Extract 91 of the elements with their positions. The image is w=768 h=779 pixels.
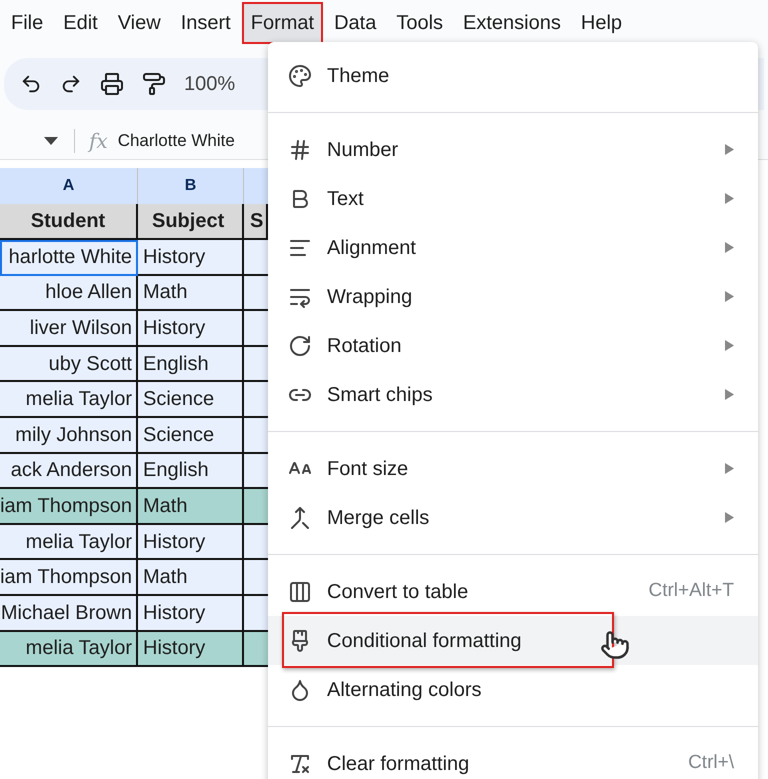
table-cell: English	[138, 454, 244, 490]
menu-item[interactable]: Convert to table Ctrl+Alt+T	[268, 567, 758, 616]
menu-item-label: Theme	[327, 64, 390, 88]
menu-item[interactable]: Wrapping	[268, 272, 758, 321]
menu-item-label: Convert to table	[327, 580, 468, 604]
table-cell: Michael Brown	[0, 596, 138, 632]
column-header[interactable]: A	[0, 168, 138, 204]
menu-item-label: Wrapping	[327, 284, 412, 310]
menu-bar-item[interactable]: Data	[325, 2, 386, 44]
table-cell	[244, 240, 268, 276]
menu-bar-item[interactable]: Extensions	[454, 2, 570, 44]
table-cell: Math	[138, 489, 244, 525]
menu-item[interactable]: Rotation	[268, 321, 758, 370]
menu-item[interactable]: Alignment	[268, 223, 758, 272]
menu-item-label: Font size	[327, 456, 408, 482]
table-cell	[244, 418, 268, 454]
menu-item-label: Merge cells	[327, 506, 430, 530]
table-cell: harlotte White	[0, 240, 138, 276]
menu-item[interactable]: Number	[268, 125, 758, 174]
menu-item-label: Number	[327, 138, 398, 162]
menu-item[interactable]: Alternating colors	[268, 665, 758, 714]
table-cell	[244, 311, 268, 347]
menu-item[interactable]: Clear formatting Ctrl+\	[268, 739, 758, 779]
table-cell	[244, 382, 268, 418]
table-cell: Science	[138, 418, 244, 454]
redo-icon[interactable]	[60, 73, 82, 95]
table-cell: melia Taylor	[0, 632, 138, 668]
menu-item[interactable]: Merge cells	[268, 493, 758, 542]
table-cell: uby Scott	[0, 346, 138, 382]
menu-item[interactable]: Text	[268, 174, 758, 223]
header-cell: Student	[0, 204, 138, 240]
table-cell	[244, 632, 268, 668]
menu-bar-item[interactable]: Insert	[172, 2, 240, 44]
formula-value[interactable]: Charlotte White	[118, 128, 235, 154]
menu-item-label: Smart chips	[327, 382, 433, 408]
table-cell: Math	[138, 560, 244, 596]
merge-icon	[288, 506, 312, 530]
table-cell: liver Wilson	[0, 311, 138, 347]
table-cell: History	[138, 524, 244, 560]
zoom-level[interactable]: 100%	[184, 69, 236, 99]
hand-cursor-icon	[600, 630, 630, 660]
table-cell: mily Johnson	[0, 418, 138, 454]
menu-item[interactable]: Font size	[268, 444, 758, 493]
rotate-icon	[288, 334, 312, 358]
print-icon[interactable]	[100, 72, 124, 96]
number-icon	[288, 138, 312, 162]
header-cell: S	[244, 204, 268, 240]
table-cell: History	[138, 632, 244, 668]
menu-bar-item[interactable]: File	[2, 2, 52, 44]
menu-item-label: Conditional formatting	[327, 628, 522, 654]
table-cell	[244, 596, 268, 632]
fx-icon: fx	[89, 126, 108, 156]
menu-item-label: Alignment	[327, 236, 416, 260]
header-cell: Subject	[138, 204, 244, 240]
menu-item-label: Alternating colors	[327, 678, 482, 702]
table-cell	[244, 276, 268, 312]
menu-bar-item[interactable]: Tools	[387, 2, 452, 44]
table-cell: History	[138, 240, 244, 276]
paint-format-icon[interactable]	[142, 72, 166, 96]
table-cell	[244, 489, 268, 525]
table-cell	[244, 346, 268, 382]
table-cell: ack Anderson	[0, 454, 138, 490]
menu-item-label: Clear formatting	[327, 752, 470, 776]
menu-bar-item[interactable]: Help	[572, 2, 632, 44]
undo-icon[interactable]	[20, 73, 42, 95]
menu-item[interactable]: Smart chips	[268, 370, 758, 419]
table-icon	[288, 580, 312, 604]
column-header[interactable]: B	[138, 168, 244, 204]
menu-bar-item[interactable]: Format	[242, 2, 324, 44]
menu-item[interactable]: Theme	[268, 51, 758, 100]
table-cell	[244, 524, 268, 560]
menu-item-label: Text	[327, 186, 364, 212]
table-cell: History	[138, 311, 244, 347]
shortcut-label: Ctrl+\	[688, 751, 734, 776]
palette-icon	[288, 64, 312, 88]
table-cell: History	[138, 596, 244, 632]
menu-bar-item[interactable]: View	[108, 2, 170, 44]
table-cell: hloe Allen	[0, 276, 138, 312]
table-cell: iam Thompson	[0, 489, 138, 525]
shortcut-label: Ctrl+Alt+T	[648, 579, 734, 604]
menu-bar-item[interactable]: Edit	[54, 2, 107, 44]
table-cell	[244, 560, 268, 596]
table-cell	[244, 454, 268, 490]
table-cell: Science	[138, 382, 244, 418]
menu-item-label: Rotation	[327, 334, 402, 358]
table-cell: iam Thompson	[0, 560, 138, 596]
table-cell: English	[138, 346, 244, 382]
table-cell: Math	[138, 276, 244, 312]
table-cell: melia Taylor	[0, 382, 138, 418]
table-cell: melia Taylor	[0, 524, 138, 560]
dropdown-caret-icon[interactable]	[44, 136, 58, 144]
